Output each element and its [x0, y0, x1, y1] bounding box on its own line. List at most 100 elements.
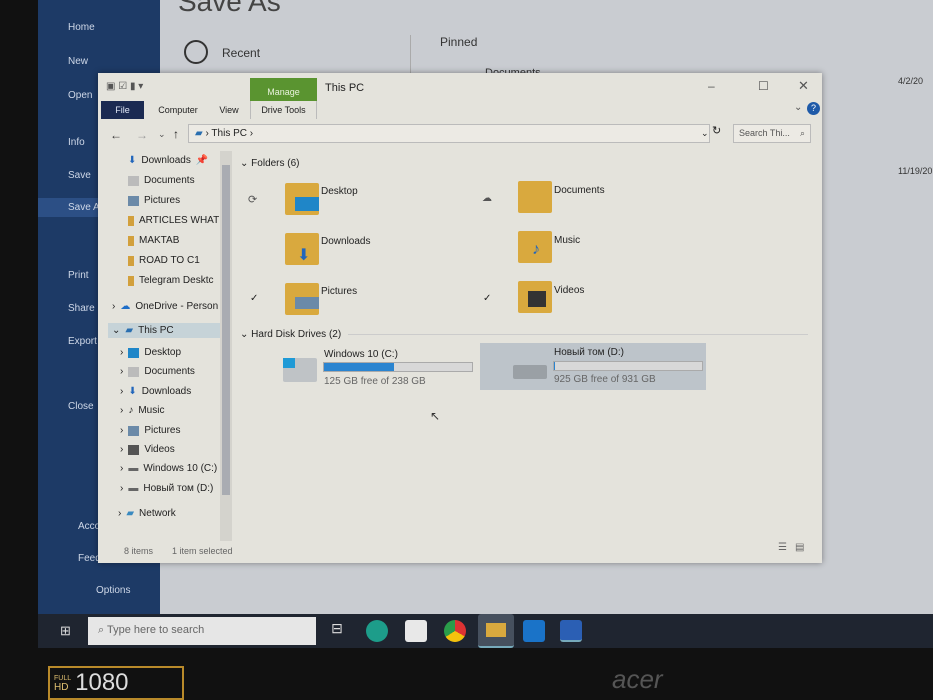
outlook-icon[interactable]: [523, 620, 545, 642]
close-button[interactable]: ✕: [798, 78, 809, 94]
folder-documents[interactable]: Documents: [554, 185, 605, 196]
drives-group-header[interactable]: ⌄ Hard Disk Drives (2): [240, 329, 341, 340]
recent-locations-button[interactable]: ⌄: [158, 129, 166, 140]
folder-desktop[interactable]: Desktop: [321, 186, 358, 197]
search-icon: ⌕: [799, 128, 805, 138]
up-button[interactable]: ↑: [173, 127, 179, 141]
menu-info[interactable]: Info: [68, 137, 85, 148]
acer-logo: acer: [612, 664, 663, 694]
nav-pc-videos[interactable]: › Videos: [120, 444, 175, 455]
back-button[interactable]: ←: [110, 128, 122, 142]
nav-pc-pictures[interactable]: › Pictures: [120, 425, 180, 436]
clock-icon: [184, 40, 208, 64]
menu-new[interactable]: New: [68, 56, 88, 67]
maximize-button[interactable]: ☐: [758, 79, 769, 93]
details-view-button[interactable]: ☰: [778, 542, 787, 553]
menu-close[interactable]: Close: [68, 401, 94, 412]
drive-d-name[interactable]: Новый том (D:): [554, 347, 624, 358]
nav-pc-downloads[interactable]: › ⬇ Downloads: [120, 386, 191, 397]
nav-network[interactable]: › ▰ Network: [118, 508, 176, 519]
tab-computer[interactable]: Computer: [153, 101, 203, 119]
sync-icon: ⟳: [248, 194, 258, 206]
drive-c-name[interactable]: Windows 10 (C:): [324, 349, 398, 360]
ribbon-expand-icon[interactable]: ⌄: [794, 102, 802, 113]
nav-pc-drive-c[interactable]: › ▬ Windows 10 (C:): [120, 463, 217, 474]
menu-print[interactable]: Print: [68, 270, 89, 281]
file-explorer-taskbar-icon[interactable]: [478, 614, 514, 648]
minimize-button[interactable]: –: [708, 79, 715, 93]
pinned-heading: Pinned: [440, 35, 478, 49]
nav-this-pc[interactable]: ⌄ ▰ This PC: [108, 323, 220, 338]
nav-pc-desktop[interactable]: › Desktop: [120, 347, 181, 358]
taskbar-search-box[interactable]: ⌕ Type here to search: [88, 617, 316, 645]
drive-d-usage-bar: [553, 361, 703, 371]
drive-c-icon: [283, 358, 317, 382]
mouse-cursor-icon: ↖: [430, 409, 441, 423]
music-folder-icon: ♪: [518, 231, 552, 263]
window-title: This PC: [325, 82, 365, 94]
cloud-icon: ☁: [482, 193, 492, 204]
folders-group-header[interactable]: ⌄ Folders (6): [240, 158, 300, 169]
tab-drive-tools[interactable]: Drive Tools: [250, 101, 317, 119]
navigation-pane: ⬇ Downloads 📌 Documents Pictures ARTICLES …: [108, 151, 236, 551]
menu-export[interactable]: Export: [68, 336, 97, 347]
nav-onedrive[interactable]: › ☁ OneDrive - Person: [112, 301, 218, 312]
folder-pictures[interactable]: Pictures: [321, 286, 357, 297]
search-icon: ⌕: [98, 624, 105, 636]
nav-telegram[interactable]: Telegram Desktc: [128, 275, 213, 286]
folder-videos[interactable]: Videos: [554, 285, 584, 296]
nav-pc-documents[interactable]: › Documents: [120, 366, 195, 377]
manage-context-tab[interactable]: Manage: [250, 78, 317, 101]
drive-c-usage-bar: [323, 362, 473, 372]
address-bar[interactable]: ▰ › This PC ›: [188, 124, 710, 143]
refresh-button[interactable]: ↻: [712, 124, 721, 137]
nav-road-to-c1[interactable]: ROAD TO C1: [128, 255, 200, 266]
search-input[interactable]: Search Thi... ⌕: [733, 124, 811, 143]
recent-option[interactable]: Recent: [222, 46, 260, 60]
status-item-count: 8 items: [124, 546, 154, 556]
edge-icon[interactable]: [366, 620, 388, 642]
help-icon[interactable]: ?: [807, 102, 820, 115]
nav-pc-drive-d[interactable]: › ▬ Новый том (D:): [120, 483, 213, 494]
menu-open[interactable]: Open: [68, 90, 92, 101]
folder-music[interactable]: Music: [554, 235, 580, 246]
divider: [348, 334, 808, 335]
large-icons-view-button[interactable]: ▤: [795, 542, 804, 553]
nav-documents[interactable]: Documents: [128, 175, 195, 186]
nav-downloads[interactable]: ⬇ Downloads 📌: [128, 155, 208, 166]
quick-access-toolbar[interactable]: ▣ ☑ ▮ ▾: [106, 81, 143, 92]
drive-c-free: 125 GB free of 238 GB: [324, 376, 426, 387]
chrome-icon[interactable]: [444, 620, 466, 642]
menu-options[interactable]: Options: [96, 585, 130, 596]
downloads-folder-icon: ⬇: [285, 233, 319, 265]
check-icon: ✓: [483, 293, 492, 304]
folder-downloads[interactable]: Downloads: [321, 236, 370, 247]
nav-maktab[interactable]: MAKTAB: [128, 235, 179, 246]
nav-articles[interactable]: ARTICLES WHAT: [128, 215, 219, 226]
nav-scrollbar[interactable]: [220, 151, 232, 541]
videos-folder-icon: [518, 281, 552, 313]
tab-view[interactable]: View: [213, 101, 245, 119]
tab-file[interactable]: File: [101, 101, 144, 119]
word-icon[interactable]: [560, 620, 582, 642]
pictures-folder-icon: [285, 283, 319, 315]
desktop-folder-icon: [285, 183, 319, 215]
drive-d-icon: [513, 365, 547, 379]
file-explorer-window: ▣ ☑ ▮ ▾ Manage This PC – ☐ ✕ File Comput…: [98, 73, 822, 563]
full-hd-sticker: FULL HD 1080: [48, 666, 184, 700]
menu-save[interactable]: Save: [68, 170, 91, 181]
menu-home[interactable]: Home: [68, 22, 95, 33]
date: 11/19/20: [898, 166, 933, 176]
menu-share[interactable]: Share: [68, 303, 95, 314]
breadcrumb-this-pc[interactable]: This PC: [211, 128, 247, 139]
address-dropdown[interactable]: ⌄: [701, 128, 709, 139]
task-view-icon[interactable]: ⊟: [326, 620, 348, 642]
nav-pc-music[interactable]: › ♪ Music: [120, 405, 164, 416]
windows-start-icon[interactable]: ⊞: [60, 623, 71, 639]
store-icon[interactable]: [405, 620, 427, 642]
computer-icon: ▰: [195, 128, 203, 139]
forward-button[interactable]: →: [136, 128, 148, 142]
nav-pictures[interactable]: Pictures: [128, 195, 180, 206]
page-title: Save As: [178, 0, 281, 17]
taskbar: ⊞ ⌕ Type here to search ⊟: [38, 614, 933, 648]
